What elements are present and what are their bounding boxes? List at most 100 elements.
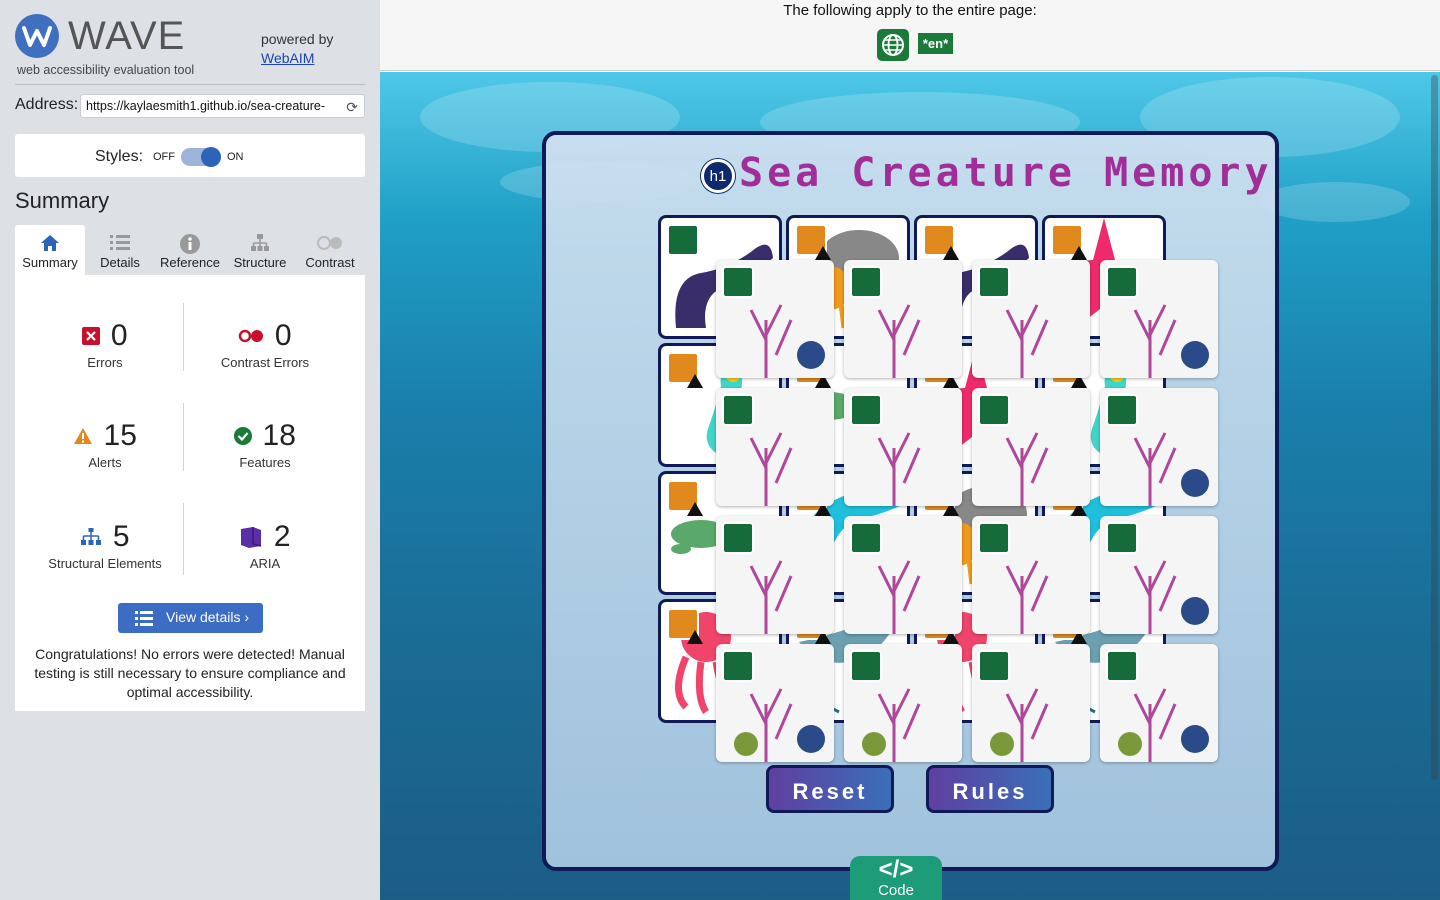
wave-logo-text: WAVE — [68, 14, 186, 58]
image-feature-icon[interactable] — [850, 394, 882, 426]
card-grid — [658, 215, 1218, 762]
language-badge[interactable]: *en* — [918, 33, 953, 54]
structural-stat[interactable]: 5 Structural Elements — [25, 520, 185, 571]
coral-card-back[interactable] — [1100, 516, 1218, 634]
toggle-knob — [201, 147, 221, 167]
image-feature-icon[interactable] — [722, 650, 754, 682]
powered-by-label: powered by — [261, 31, 334, 47]
features-count: 18 — [262, 419, 296, 452]
page-wide-text: The following apply to the entire page: — [783, 2, 1037, 19]
warning-icon — [815, 246, 831, 260]
webaim-link[interactable]: WebAIM — [261, 49, 333, 68]
image-feature-icon[interactable] — [722, 266, 754, 298]
coral-card-back[interactable] — [716, 644, 834, 762]
code-label: Code — [878, 882, 914, 899]
rules-button[interactable]: Rules — [926, 765, 1054, 813]
address-label: Address: — [15, 96, 79, 113]
wave-tagline: web accessibility evaluation tool — [17, 63, 195, 77]
image-feature-icon[interactable] — [850, 522, 882, 554]
coral-card-back[interactable] — [844, 644, 962, 762]
coral-card-back[interactable] — [716, 388, 834, 506]
h1-badge[interactable]: h1 — [701, 159, 735, 193]
aria-count: 2 — [273, 520, 291, 553]
structure-icon — [81, 528, 102, 545]
image-feature-icon[interactable] — [850, 650, 882, 682]
code-toggle-button[interactable]: </> Code — [850, 856, 942, 900]
tab-details[interactable]: Details — [85, 225, 155, 275]
coral-card-back[interactable] — [972, 516, 1090, 634]
styles-on-label: ON — [227, 151, 244, 163]
styles-toggle[interactable] — [181, 147, 221, 167]
coral-card-back[interactable] — [844, 516, 962, 634]
home-icon — [41, 235, 59, 251]
reload-icon[interactable]: ⟳ — [346, 99, 358, 116]
coral-card-back[interactable] — [716, 260, 834, 378]
tab-label: Summary — [22, 255, 78, 270]
view-details-button[interactable]: View details › — [118, 603, 263, 633]
tab-label: Details — [100, 255, 140, 270]
game-board: h1 Sea Creature Memory Reset Rules — [542, 131, 1279, 871]
aria-stat[interactable]: 2 ARIA — [185, 520, 345, 571]
code-icon: </> — [878, 856, 914, 883]
contrast-icon — [317, 236, 342, 250]
address-input[interactable]: https://kaylaesmith1.github.io/sea-creat… — [80, 94, 365, 118]
errors-count: 0 — [110, 319, 128, 352]
aria-cube-icon — [241, 527, 262, 548]
errors-stat[interactable]: 0 Errors — [25, 319, 185, 370]
image-feature-icon[interactable] — [667, 224, 699, 256]
coral-card-back[interactable] — [972, 388, 1090, 506]
image-feature-icon[interactable] — [978, 266, 1010, 298]
warning-icon — [1071, 246, 1087, 260]
image-feature-icon[interactable] — [1106, 650, 1138, 682]
reset-button[interactable]: Reset — [766, 765, 894, 813]
error-icon — [82, 327, 101, 345]
image-feature-icon[interactable] — [978, 394, 1010, 426]
image-feature-icon[interactable] — [978, 650, 1010, 682]
congrats-message: Congratulations! No errors were detected… — [34, 646, 346, 700]
structural-label: Structural Elements — [48, 556, 162, 571]
tab-summary[interactable]: Summary — [15, 225, 85, 275]
coral-card-back[interactable] — [972, 644, 1090, 762]
aria-label: ARIA — [249, 556, 281, 571]
alerts-count: 15 — [103, 419, 137, 452]
coral-card-back[interactable] — [1100, 388, 1218, 506]
wave-logo-icon — [15, 14, 59, 58]
coral-card-back[interactable] — [844, 388, 962, 506]
scrollbar[interactable] — [1431, 75, 1438, 780]
view-details-label: View details › — [166, 609, 250, 625]
contrast-errors-count: 0 — [274, 319, 292, 352]
image-feature-icon[interactable] — [1106, 522, 1138, 554]
features-stat[interactable]: 18 Features — [185, 419, 345, 470]
image-feature-icon[interactable] — [1106, 266, 1138, 298]
image-feature-icon[interactable] — [722, 394, 754, 426]
alerts-label: Alerts — [88, 455, 122, 470]
water-ripple — [1260, 182, 1410, 222]
list-icon — [110, 235, 130, 250]
tab-contrast[interactable]: Contrast — [295, 225, 365, 275]
image-feature-icon[interactable] — [1106, 394, 1138, 426]
wave-sidebar: WAVE web accessibility evaluation tool p… — [0, 0, 380, 900]
coral-card-back[interactable] — [716, 516, 834, 634]
errors-label: Errors — [87, 355, 123, 370]
language-globe-icon[interactable] — [877, 29, 909, 61]
coral-card-back[interactable] — [972, 260, 1090, 378]
contrast-errors-stat[interactable]: 0 Contrast Errors — [185, 319, 345, 370]
page-title: Sea Creature Memory — [739, 150, 1273, 196]
coral-card-back[interactable] — [1100, 260, 1218, 378]
image-feature-icon[interactable] — [978, 522, 1010, 554]
tab-reference[interactable]: Reference — [155, 225, 225, 275]
alerts-stat[interactable]: 15 Alerts — [25, 419, 185, 470]
page-wide-features-bar: The following apply to the entire page: … — [380, 0, 1440, 71]
warning-icon — [687, 502, 703, 516]
feature-check-icon — [234, 427, 253, 445]
coral-card-back[interactable] — [844, 260, 962, 378]
tab-label: Reference — [160, 255, 220, 270]
image-feature-icon[interactable] — [722, 522, 754, 554]
powered-by: powered by WebAIM — [261, 30, 333, 68]
coral-card-back[interactable] — [1100, 644, 1218, 762]
list-icon — [135, 611, 153, 626]
panel-tabs: Summary Details Reference Structure Cont… — [15, 225, 365, 275]
tab-label: Structure — [233, 255, 287, 270]
image-feature-icon[interactable] — [850, 266, 882, 298]
tab-structure[interactable]: Structure — [225, 225, 295, 275]
